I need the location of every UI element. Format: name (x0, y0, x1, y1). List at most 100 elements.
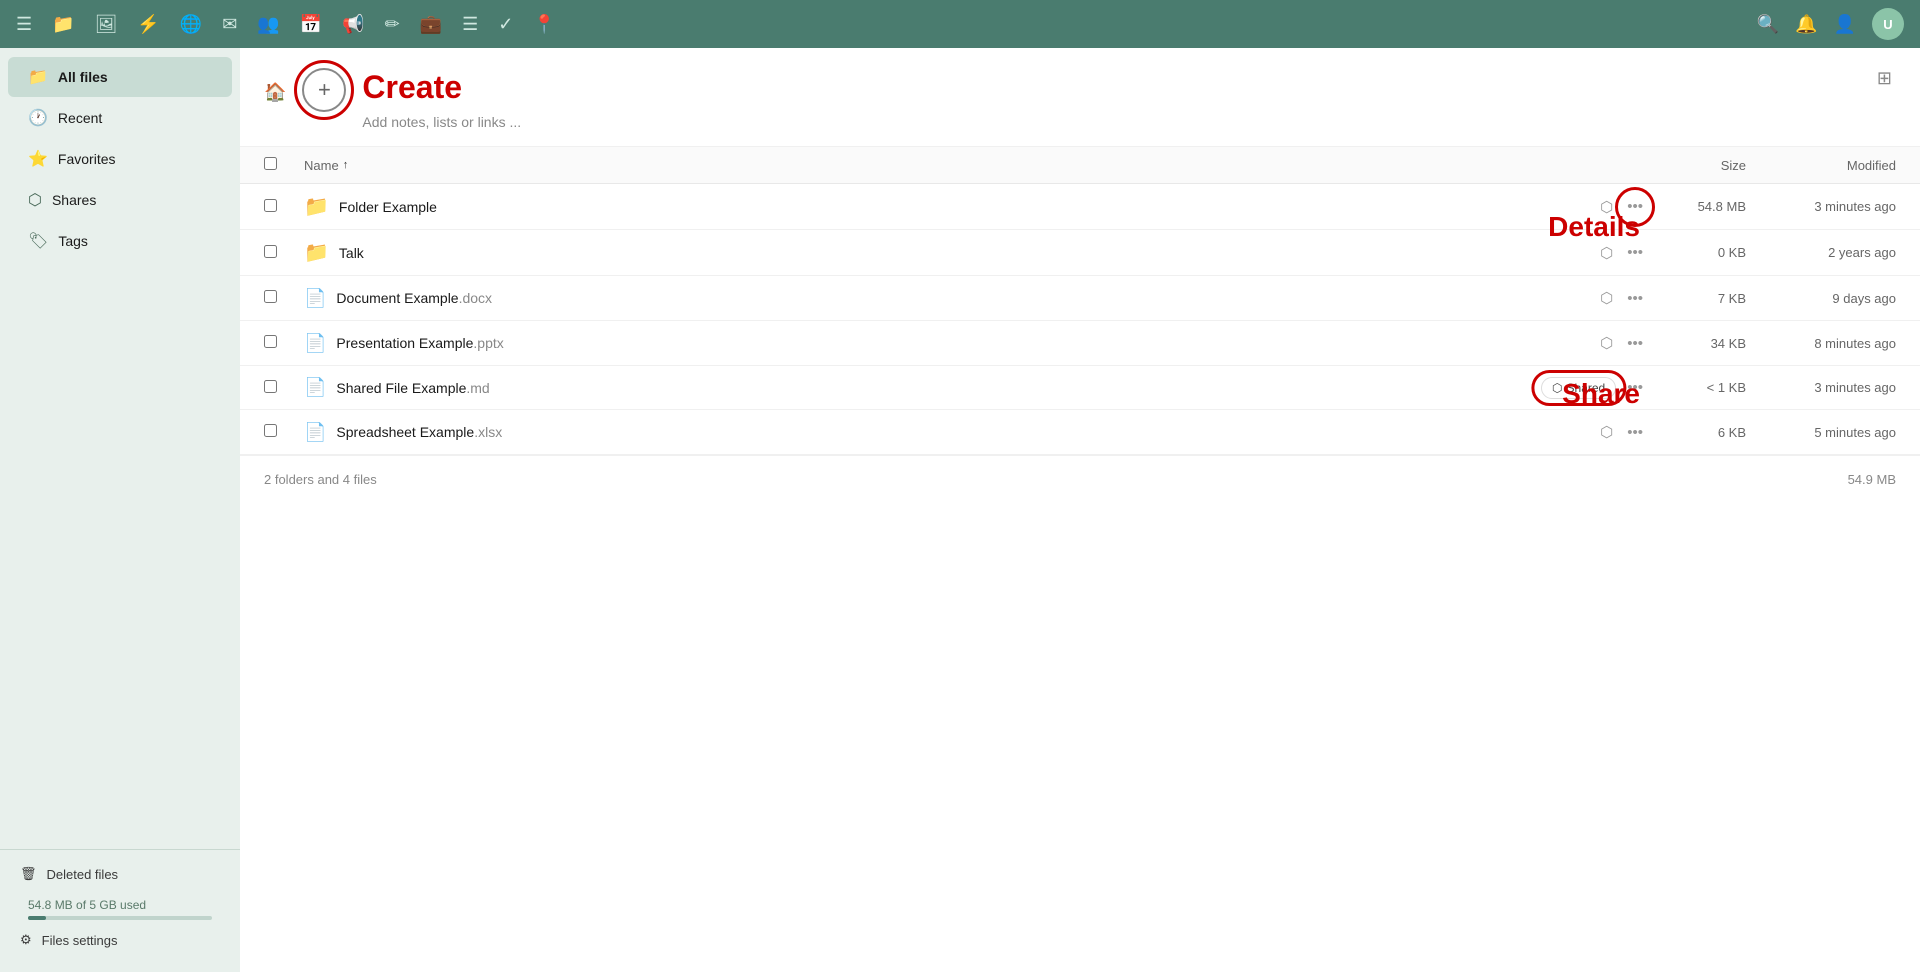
file-name-6: Spreadsheet Example.xlsx (336, 424, 502, 440)
calendar-icon[interactable]: 📅 (300, 14, 322, 35)
sidebar-item-favorites[interactable]: ⭐ Favorites (8, 139, 232, 179)
sidebar-nav: 📁 All files 🕐 Recent ⭐ Favorites ⬡ Share… (0, 56, 240, 849)
share-icon-4[interactable]: ⬡ (1597, 331, 1616, 355)
home-icon[interactable]: 🏠 (264, 82, 286, 103)
file-modified-3: 9 days ago (1746, 291, 1896, 306)
row-check-6 (264, 424, 304, 440)
more-icon-1[interactable]: ••• (1624, 195, 1646, 218)
create-circle-button[interactable]: + (302, 68, 346, 112)
grid-toggle-icon[interactable]: ⊞ (1877, 68, 1892, 89)
share-icon-2[interactable]: ⬡ (1597, 241, 1616, 265)
file-modified-2: 2 years ago (1746, 245, 1896, 260)
mail-icon[interactable]: ✉ (222, 14, 237, 35)
create-header: 🏠 + Create Add notes, lists or links ...… (240, 48, 1920, 147)
sidebar-item-shares-label: Shares (52, 192, 96, 208)
row-checkbox-5[interactable] (264, 380, 277, 393)
storage-bar-bg (28, 916, 212, 920)
select-all-checkbox[interactable] (264, 157, 277, 170)
talk-icon[interactable]: 📢 (342, 14, 364, 35)
table-row[interactable]: 📄 Shared File Example.md ⬡ Shared ••• < … (240, 366, 1920, 410)
file-name-5: Shared File Example.md (336, 380, 489, 396)
row-check-4 (264, 335, 304, 351)
files-icon[interactable]: 📁 (52, 14, 74, 35)
avatar[interactable]: U (1872, 8, 1904, 40)
files-settings-label: Files settings (42, 933, 118, 948)
row-checkbox-4[interactable] (264, 335, 277, 348)
table-row[interactable]: 📄 Document Example.docx ⬡ ••• 7 KB 9 day… (240, 276, 1920, 321)
folder-icon-1: 📁 (304, 194, 329, 219)
share-icon-3[interactable]: ⬡ (1597, 286, 1616, 310)
more-icon-3[interactable]: ••• (1624, 287, 1646, 310)
photos-icon[interactable]: 🖼 (95, 14, 118, 35)
topbar: ☰ 📁 🖼 ⚡ 🌐 ✉ 👥 📅 📢 ✏ 💼 ☰ ✓ 📍 🔍 🔔 👤 U (0, 0, 1920, 48)
file-size-4: 34 KB (1646, 336, 1746, 351)
topbar-right: 🔍 🔔 👤 U (1757, 8, 1904, 40)
sidebar-item-shares[interactable]: ⬡ Shares (8, 180, 232, 220)
sidebar-files-settings[interactable]: ⚙ Files settings (8, 924, 232, 956)
row-check-5 (264, 380, 304, 396)
file-size-5: < 1 KB (1646, 380, 1746, 395)
file-size-6: 6 KB (1646, 425, 1746, 440)
share-icon-1[interactable]: ⬡ (1597, 195, 1616, 219)
more-icon-4[interactable]: ••• (1624, 332, 1646, 355)
table-row[interactable]: 📁 Talk ⬡ ••• 0 KB 2 years ago (240, 230, 1920, 276)
sidebar-item-recent[interactable]: 🕐 Recent (8, 98, 232, 138)
header-name-label: Name (304, 158, 339, 173)
file-ext-5: .md (466, 380, 489, 396)
create-btn-area: 🏠 + (264, 68, 346, 112)
file-size-2: 0 KB (1646, 245, 1746, 260)
more-icon-2[interactable]: ••• (1624, 241, 1646, 264)
file-icon-5: 📄 (304, 377, 326, 398)
hamburger-icon[interactable]: ☰ (16, 14, 32, 35)
row-checkbox-1[interactable] (264, 199, 277, 212)
file-ext-4: .pptx (473, 335, 503, 351)
sidebar-item-all-files[interactable]: 📁 All files (8, 57, 232, 97)
file-name-3: Document Example.docx (336, 290, 492, 306)
tasks-icon[interactable]: ☰ (462, 14, 478, 35)
favorites-icon: ⭐ (28, 149, 48, 169)
table-row[interactable]: 📄 Presentation Example.pptx ⬡ ••• 34 KB … (240, 321, 1920, 366)
recent-icon: 🕐 (28, 108, 48, 128)
row-checkbox-6[interactable] (264, 424, 277, 437)
file-summary: 2 folders and 4 files 54.9 MB (240, 455, 1920, 503)
sidebar: 📁 All files 🕐 Recent ⭐ Favorites ⬡ Share… (0, 48, 240, 972)
header-size[interactable]: Size (1646, 158, 1746, 173)
row-checkbox-2[interactable] (264, 245, 277, 258)
sidebar-item-favorites-label: Favorites (58, 151, 116, 167)
notes-icon[interactable]: ✏ (385, 14, 400, 35)
sidebar-item-tags[interactable]: 🏷 Tags (8, 221, 232, 261)
maps-icon[interactable]: 📍 (533, 14, 555, 35)
check-icon[interactable]: ✓ (498, 14, 513, 35)
file-name-col-3: 📄 Document Example.docx (304, 288, 1546, 309)
more-icon-6[interactable]: ••• (1624, 421, 1646, 444)
file-name-col-4: 📄 Presentation Example.pptx (304, 333, 1546, 354)
table-row[interactable]: 📄 Spreadsheet Example.xlsx ⬡ ••• 6 KB 5 … (240, 410, 1920, 455)
file-modified-4: 8 minutes ago (1746, 336, 1896, 351)
share-icon-6[interactable]: ⬡ (1597, 420, 1616, 444)
shared-badge-label: Shared (1567, 381, 1606, 395)
sidebar-deleted-files[interactable]: 🗑 Deleted files (8, 858, 232, 890)
row-checkbox-3[interactable] (264, 290, 277, 303)
sidebar-item-all-files-label: All files (58, 69, 108, 85)
header-name[interactable]: Name ↑ (304, 158, 1646, 173)
file-icon-6: 📄 (304, 422, 326, 443)
globe-icon[interactable]: 🌐 (180, 14, 202, 35)
shares-icon: ⬡ (28, 190, 42, 210)
activity-icon[interactable]: ⚡ (137, 14, 159, 35)
deck-icon[interactable]: 💼 (420, 14, 442, 35)
more-icon-5[interactable]: ••• (1624, 376, 1646, 399)
file-size-1: 54.8 MB (1646, 199, 1746, 214)
contacts-icon[interactable]: 👥 (257, 14, 279, 35)
profile-icon[interactable]: 👤 (1834, 14, 1856, 35)
storage-bar-container: 54.8 MB of 5 GB used (8, 890, 232, 924)
row-check-2 (264, 245, 304, 261)
header-modified[interactable]: Modified (1746, 158, 1896, 173)
shared-badge[interactable]: ⬡ Shared (1541, 377, 1616, 399)
table-row[interactable]: 📁 Folder Example ⬡ ••• 54.8 MB 3 minutes… (240, 184, 1920, 230)
search-icon[interactable]: 🔍 (1757, 14, 1779, 35)
notifications-icon[interactable]: 🔔 (1795, 14, 1817, 35)
storage-text: 54.8 MB of 5 GB used (28, 898, 212, 912)
file-icon-3: 📄 (304, 288, 326, 309)
file-ext-3: .docx (459, 290, 492, 306)
header-modified-label: Modified (1847, 158, 1896, 173)
